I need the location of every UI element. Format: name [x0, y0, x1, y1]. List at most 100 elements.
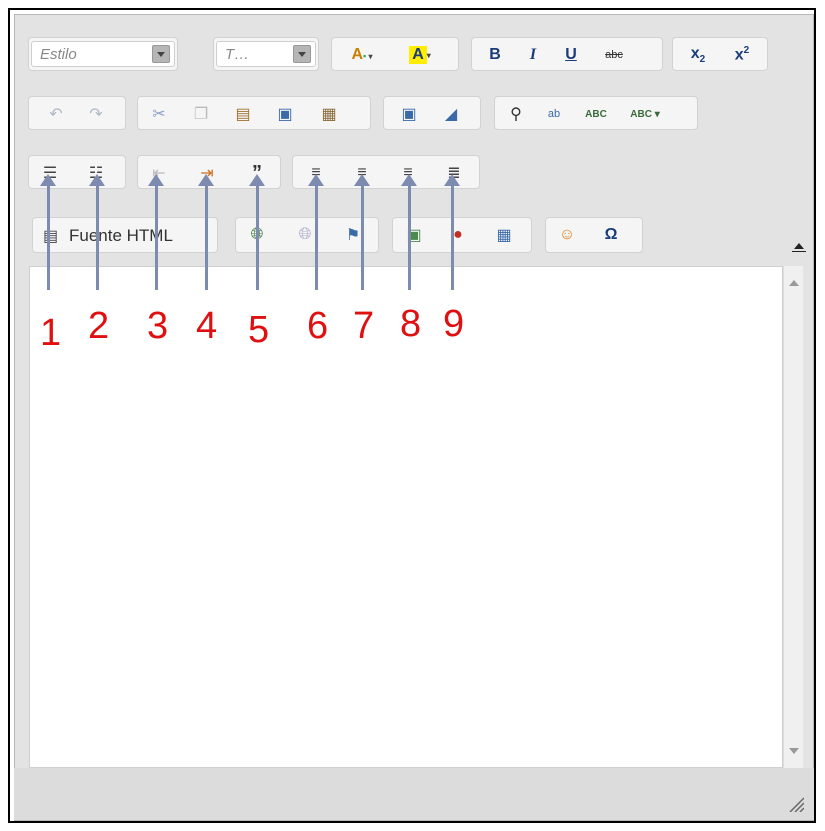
style-combo[interactable]: Estilo — [31, 41, 175, 67]
spellcheck-button[interactable]: ABC — [583, 102, 609, 126]
eraser-icon: ◢ — [444, 106, 458, 123]
superscript-button[interactable]: x2 — [725, 43, 759, 67]
text-color-icon: A▪ ▾ — [351, 46, 373, 63]
spellcheck-menu-button[interactable]: ABC ▾ — [623, 102, 667, 126]
italic-button[interactable]: I — [520, 43, 546, 67]
italic-icon: I — [529, 46, 537, 63]
annotation-number: 6 — [307, 305, 329, 347]
annotation-arrow-head — [198, 174, 214, 186]
annotation-number: 9 — [443, 303, 465, 345]
size-combo-placeholder: T… — [225, 46, 250, 63]
annotation-number: 8 — [400, 303, 422, 345]
paste-button[interactable]: ▤ — [230, 102, 256, 126]
annotation-number: 2 — [88, 305, 110, 347]
size-combo-group: T… — [213, 37, 319, 71]
paste-text-icon: ▣ — [277, 106, 293, 123]
bg-color-icon: A — [409, 46, 427, 64]
undo-group: ↶ ↷ — [28, 96, 126, 130]
size-combo[interactable]: T… — [216, 41, 316, 67]
annotation-number: 7 — [353, 305, 375, 347]
table-button[interactable]: ▦ — [491, 223, 517, 247]
flash-button[interactable]: ● — [445, 223, 471, 247]
smiley-button[interactable]: ☺ — [554, 223, 580, 247]
annotation-arrow-line — [47, 182, 50, 290]
clipboard-group: ✂ ❐ ▤ ▣ ▦ — [137, 96, 371, 130]
style-combo-placeholder: Estilo — [40, 46, 77, 63]
annotation-arrow-line — [205, 182, 208, 290]
cut-button[interactable]: ✂ — [146, 102, 172, 126]
annotation-arrow-line — [408, 182, 411, 290]
replace-icon: ab — [547, 108, 561, 120]
bold-icon: B — [489, 46, 501, 63]
vertical-scrollbar[interactable] — [783, 266, 803, 768]
scroll-up-icon[interactable] — [789, 280, 799, 286]
annotation-arrow-head — [354, 174, 370, 186]
superscript-icon: x2 — [734, 45, 750, 64]
paste-text-button[interactable]: ▣ — [272, 102, 298, 126]
paste-word-button[interactable]: ▦ — [316, 102, 342, 126]
status-bar — [14, 768, 814, 820]
basic-styles-group: B I U abc — [471, 37, 663, 71]
remove-format-button[interactable]: ◢ — [438, 102, 464, 126]
annotation-arrow-head — [444, 174, 460, 186]
bold-button[interactable]: B — [482, 43, 508, 67]
resize-grip-icon[interactable] — [788, 796, 804, 812]
copy-icon: ❐ — [193, 106, 209, 123]
extras-group: ☺ Ω — [545, 217, 643, 253]
annotation-arrow-head — [148, 174, 164, 186]
chevron-down-icon[interactable] — [293, 45, 311, 63]
paste-icon: ▤ — [235, 106, 251, 123]
scissors-icon: ✂ — [152, 106, 166, 123]
undo-icon: ↶ — [49, 106, 63, 123]
underline-icon: U — [565, 46, 577, 63]
style-combo-group: Estilo — [28, 37, 178, 71]
insert-group: ▣ ● ▦ — [392, 217, 532, 253]
annotation-arrow-head — [401, 174, 417, 186]
annotation-arrow-head — [89, 174, 105, 186]
select-all-icon: ▣ — [401, 106, 417, 123]
smiley-icon: ☺ — [558, 226, 576, 243]
annotation-arrow-head — [308, 174, 324, 186]
annotation-number: 1 — [40, 312, 62, 354]
unlink-icon: 🌐︎ — [298, 226, 312, 243]
document-icon: ▤ — [43, 228, 59, 245]
select-all-button[interactable]: ▣ — [396, 102, 422, 126]
find-group: ⚲ ab ABC ABC ▾ — [494, 96, 698, 130]
special-char-button[interactable]: Ω — [598, 223, 624, 247]
paste-word-icon: ▦ — [321, 106, 337, 123]
color-group: A▪ ▾ A ▾ — [331, 37, 459, 71]
annotation-arrow-head — [40, 174, 56, 186]
image-button[interactable]: ▣ — [401, 223, 427, 247]
binoculars-icon: ⚲ — [510, 106, 522, 123]
chevron-down-icon[interactable] — [152, 45, 170, 63]
spellcheck-icon: ABC — [585, 108, 607, 120]
collapse-icon — [794, 243, 804, 249]
annotation-number: 4 — [196, 305, 218, 347]
find-button[interactable]: ⚲ — [503, 102, 529, 126]
redo-icon: ↷ — [89, 106, 103, 123]
spellcheck-menu-icon: ABC ▾ — [630, 108, 660, 120]
annotation-arrow-head — [249, 174, 265, 186]
text-color-button[interactable]: A▪ ▾ — [342, 43, 382, 67]
replace-button[interactable]: ab — [541, 102, 567, 126]
annotation-number: 5 — [248, 309, 270, 351]
scroll-down-icon[interactable] — [789, 748, 799, 754]
underline-button[interactable]: U — [558, 43, 584, 67]
bg-color-button[interactable]: A ▾ — [398, 43, 442, 67]
source-button[interactable]: ▤ Fuente HTML — [32, 217, 218, 253]
copy-button[interactable]: ❐ — [188, 102, 214, 126]
annotation-arrow-line — [96, 182, 99, 290]
annotation-arrow-line — [315, 182, 318, 290]
annotation-arrow-line — [361, 182, 364, 290]
toolbar-collapse-button[interactable] — [790, 237, 810, 257]
redo-button[interactable]: ↷ — [83, 102, 109, 126]
subscript-button[interactable]: x2 — [681, 43, 715, 67]
flag-icon: ⚑ — [345, 227, 361, 244]
subscript-icon: x2 — [690, 44, 706, 66]
strikethrough-button[interactable]: abc — [596, 43, 632, 67]
annotation-number: 3 — [147, 305, 169, 347]
table-icon: ▦ — [496, 227, 512, 244]
script-group: x2 x2 — [672, 37, 768, 71]
undo-button[interactable]: ↶ — [43, 102, 69, 126]
select-group: ▣ ◢ — [383, 96, 481, 130]
